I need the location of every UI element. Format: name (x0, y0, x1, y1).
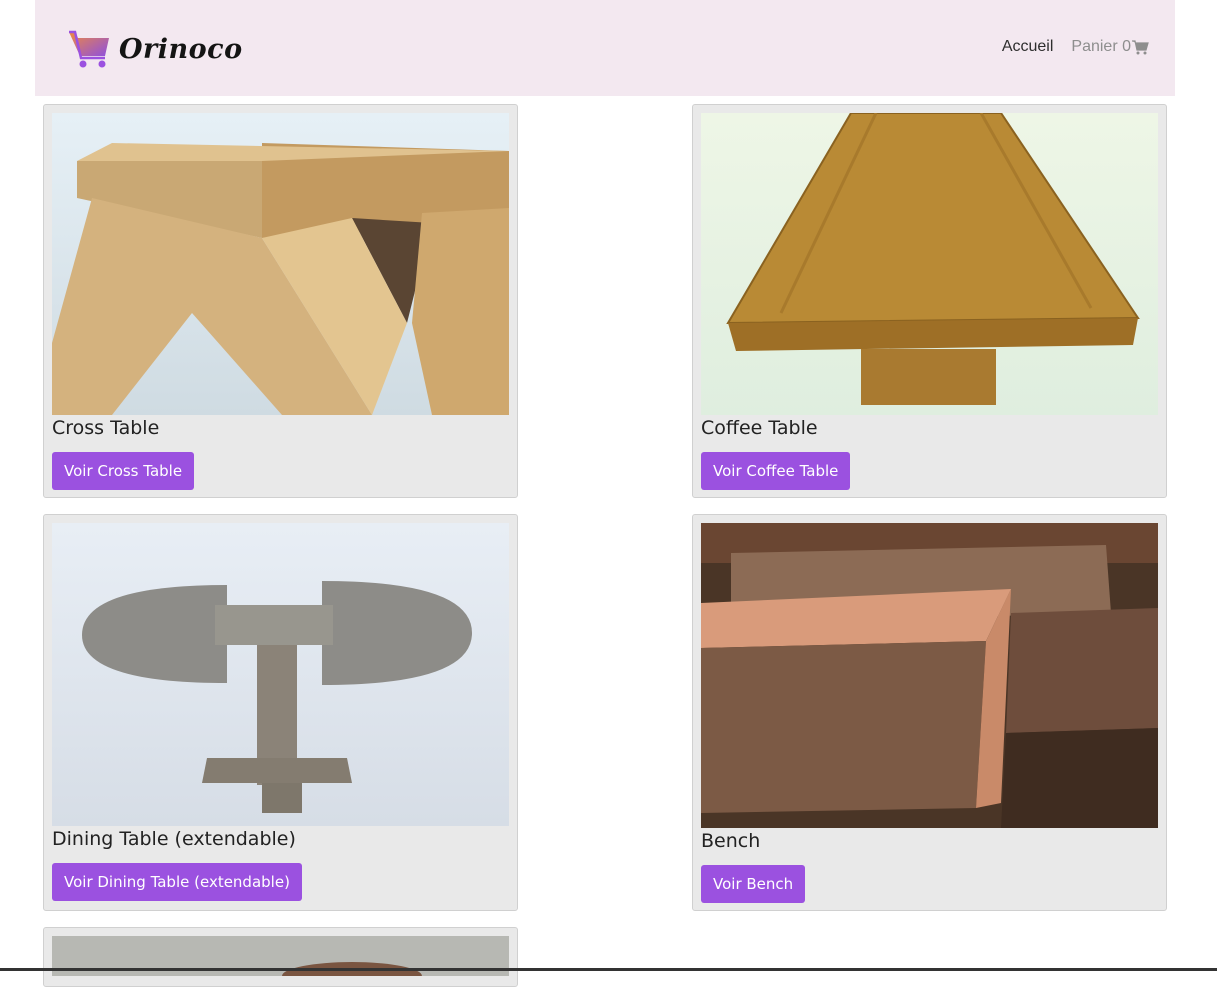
product-name: Dining Table (extendable) (52, 828, 296, 850)
product-image (52, 523, 509, 826)
view-product-button[interactable]: Voir Dining Table (extendable) (52, 863, 302, 901)
nav-link-cart[interactable]: Panier 0 (1071, 38, 1149, 56)
product-card: Coffee Table Voir Coffee Table (692, 104, 1167, 498)
product-name: Coffee Table (701, 417, 818, 439)
product-image (701, 523, 1158, 828)
nav-link-home[interactable]: Accueil (1002, 38, 1054, 56)
nav-links: Accueil Panier 0 (1002, 38, 1149, 56)
shopping-cart-icon (1132, 39, 1149, 54)
brand[interactable]: Orinoco (67, 28, 243, 70)
shopping-cart-logo-icon (69, 30, 109, 68)
view-product-button[interactable]: Voir Coffee Table (701, 452, 851, 490)
product-image (52, 113, 509, 415)
product-card: Dining Table (extendable) Voir Dining Ta… (43, 514, 518, 911)
product-card: Cross Table Voir Cross Table (43, 104, 518, 498)
product-name: Bench (701, 830, 761, 852)
brand-name: Orinoco (119, 33, 243, 65)
product-card: Bench Voir Bench (692, 514, 1167, 911)
product-image (701, 113, 1158, 415)
view-product-button[interactable]: Voir Bench (701, 865, 806, 903)
product-card (43, 927, 518, 987)
product-name: Cross Table (52, 417, 160, 439)
view-product-button[interactable]: Voir Cross Table (52, 452, 195, 490)
cart-label: Panier 0 (1071, 38, 1131, 55)
navbar: Orinoco Accueil Panier 0 (35, 0, 1175, 96)
